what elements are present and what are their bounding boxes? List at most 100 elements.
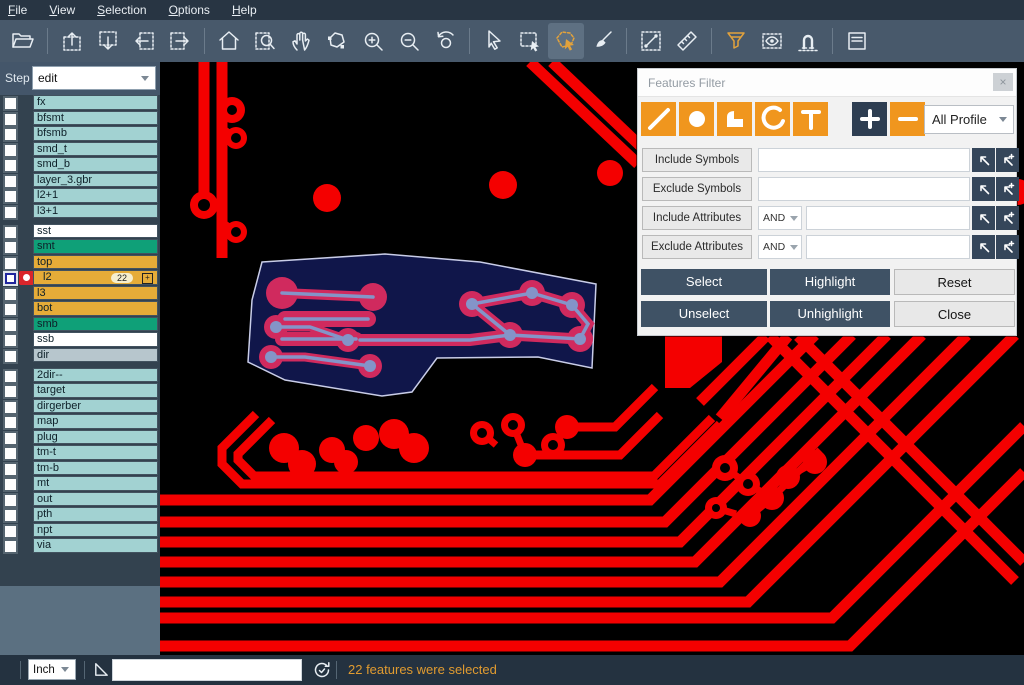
layer-name-bar[interactable]: fx	[33, 95, 158, 110]
include-symbols-pick-add-button[interactable]	[996, 148, 1019, 172]
layer-checkbox[interactable]	[3, 287, 18, 302]
selected-features[interactable]	[248, 254, 596, 396]
exclude-symbols-pick-button[interactable]	[972, 177, 995, 201]
command-input[interactable]	[112, 659, 302, 681]
layer-row-target[interactable]: target	[0, 383, 160, 399]
filter-add-mode-button[interactable]	[852, 102, 887, 136]
zoom-out-button[interactable]	[391, 23, 427, 59]
zoom-in-button[interactable]	[355, 23, 391, 59]
layer-row-l3[interactable]: l3	[0, 286, 160, 302]
menu-options[interactable]: Options	[169, 3, 210, 17]
layer-row-bot[interactable]: bot	[0, 301, 160, 317]
exclude-attributes-button[interactable]: Exclude Attributes	[642, 235, 752, 259]
exclude-symbols-pick-add-button[interactable]	[996, 177, 1019, 201]
include-attributes-pick-button[interactable]	[972, 206, 995, 230]
layer-name-bar[interactable]: plug	[33, 430, 158, 445]
select-pointer-button[interactable]	[476, 23, 512, 59]
layer-checkbox[interactable]	[3, 189, 18, 204]
layer-checkbox[interactable]	[3, 271, 18, 286]
close-icon[interactable]: ×	[993, 73, 1013, 91]
layer-checkbox[interactable]	[3, 384, 18, 399]
layer-checkbox[interactable]	[3, 302, 18, 317]
layer-name-bar[interactable]: mt	[33, 476, 158, 491]
layer-name-bar[interactable]: dir	[33, 348, 158, 363]
layer-name-bar[interactable]: target	[33, 383, 158, 398]
snap-button[interactable]	[790, 23, 826, 59]
layer-row-pth[interactable]: pth	[0, 507, 160, 523]
layer-row-via[interactable]: via	[0, 538, 160, 554]
layer-name-bar[interactable]: bfsmt	[33, 111, 158, 126]
layer-name-bar[interactable]: l3	[33, 286, 158, 301]
layer-name-bar[interactable]: l2+1	[33, 188, 158, 203]
layer-name-bar[interactable]: via	[33, 538, 158, 553]
layers-panel-button[interactable]	[839, 23, 875, 59]
step-select[interactable]: edit	[32, 66, 156, 90]
layer-row-ssb[interactable]: ssb	[0, 332, 160, 348]
filter-remove-mode-button[interactable]	[890, 102, 925, 136]
import-top-button[interactable]	[54, 23, 90, 59]
layer-row-fx[interactable]: fx	[0, 95, 160, 111]
layer-name-bar[interactable]: 2dir--	[33, 368, 158, 383]
layer-checkbox[interactable]	[3, 446, 18, 461]
layer-checkbox[interactable]	[3, 462, 18, 477]
reset-button[interactable]: Reset	[894, 269, 1015, 295]
highlight-button[interactable]: Highlight	[770, 269, 890, 295]
layer-checkbox[interactable]	[3, 96, 18, 111]
menu-file[interactable]: File	[8, 3, 27, 17]
zoom-area-button[interactable]	[247, 23, 283, 59]
layer-row-dir[interactable]: dir	[0, 348, 160, 364]
rectangle-select-button[interactable]	[512, 23, 548, 59]
layer-name-bar[interactable]: ssb	[33, 332, 158, 347]
include-attributes-button[interactable]: Include Attributes	[642, 206, 752, 230]
layer-name-bar[interactable]: map	[33, 414, 158, 429]
layer-checkbox[interactable]	[3, 493, 18, 508]
layer-name-bar[interactable]: bfsmb	[33, 126, 158, 141]
unhighlight-button[interactable]: Unhighlight	[770, 301, 890, 327]
polygon-zoom-button[interactable]	[319, 23, 355, 59]
layer-checkbox[interactable]	[3, 349, 18, 364]
layer-row-tm-b[interactable]: tm-b	[0, 461, 160, 477]
include-attributes-input[interactable]	[806, 206, 970, 230]
refresh-icon[interactable]	[312, 660, 332, 680]
layer-checkbox[interactable]	[3, 256, 18, 271]
zoom-previous-button[interactable]	[427, 23, 463, 59]
layer-name-bar[interactable]: smd_t	[33, 142, 158, 157]
layer-name-bar[interactable]: l222+	[33, 270, 158, 285]
open-button[interactable]	[5, 23, 41, 59]
measure-distance-button[interactable]	[633, 23, 669, 59]
include-symbols-button[interactable]: Include Symbols	[642, 148, 752, 172]
layer-checkbox[interactable]	[3, 539, 18, 554]
layer-row-smb[interactable]: smb	[0, 317, 160, 333]
layer-row-sst[interactable]: sst	[0, 224, 160, 240]
layer-name-bar[interactable]: tm-b	[33, 461, 158, 476]
corner-angle-icon[interactable]	[92, 660, 111, 679]
clear-highlight-button[interactable]	[584, 23, 620, 59]
layer-checkbox[interactable]	[3, 369, 18, 384]
filter-text-button[interactable]	[793, 102, 828, 136]
unselect-button[interactable]: Unselect	[641, 301, 767, 327]
layer-checkbox[interactable]	[3, 431, 18, 446]
layer-name-bar[interactable]: layer_3.gbr	[33, 173, 158, 188]
layer-checkbox[interactable]	[3, 524, 18, 539]
layer-row-dirgerber[interactable]: dirgerber	[0, 399, 160, 415]
include-symbols-input[interactable]	[758, 148, 970, 172]
include-attributes-operator-select[interactable]: AND	[758, 206, 802, 230]
filter-line-button[interactable]	[641, 102, 676, 136]
layer-checkbox[interactable]	[3, 318, 18, 333]
layer-name-bar[interactable]: smb	[33, 317, 158, 332]
pan-button[interactable]	[283, 23, 319, 59]
exclude-symbols-input[interactable]	[758, 177, 970, 201]
layer-checkbox[interactable]	[3, 415, 18, 430]
layer-row-map[interactable]: map	[0, 414, 160, 430]
layer-checkbox[interactable]	[3, 477, 18, 492]
layer-row-mt[interactable]: mt	[0, 476, 160, 492]
layer-checkbox[interactable]	[3, 127, 18, 142]
layer-row-top[interactable]: top	[0, 255, 160, 271]
layer-row-tm-t[interactable]: tm-t	[0, 445, 160, 461]
profile-select[interactable]: All Profile	[924, 105, 1014, 134]
menu-view[interactable]: View	[49, 3, 75, 17]
exclude-symbols-button[interactable]: Exclude Symbols	[642, 177, 752, 201]
layer-row-l2[interactable]: l222+	[0, 270, 160, 286]
ruler-button[interactable]	[669, 23, 705, 59]
layer-row-out[interactable]: out	[0, 492, 160, 508]
